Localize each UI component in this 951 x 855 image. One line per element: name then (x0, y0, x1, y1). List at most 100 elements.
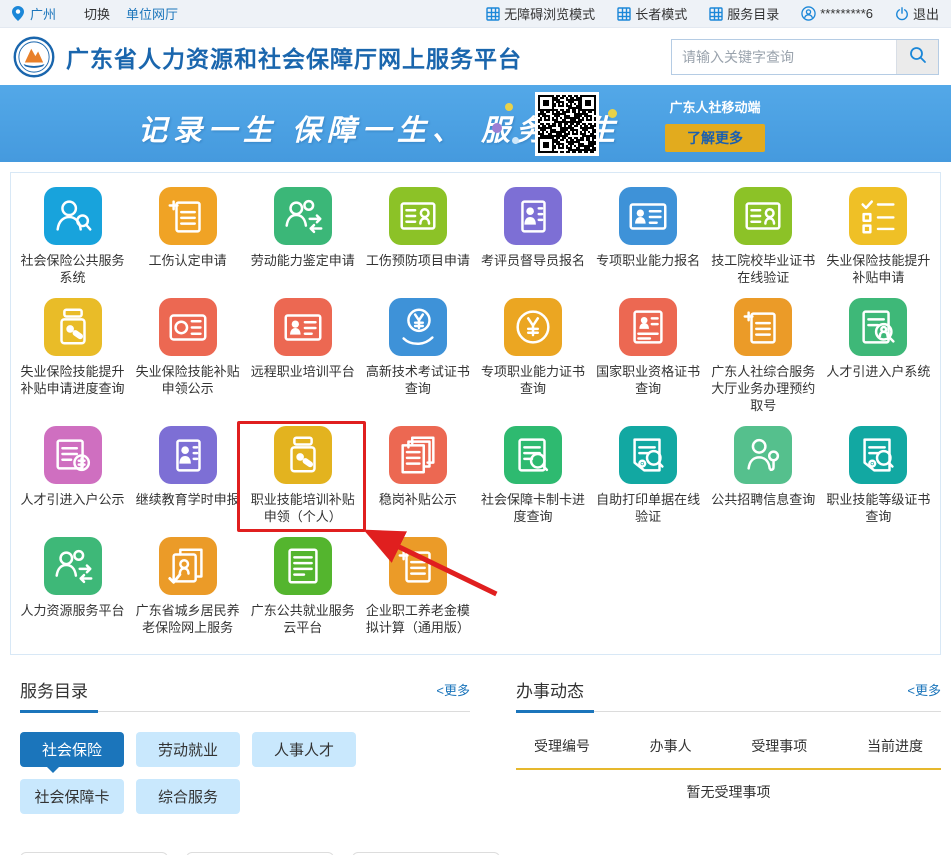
service-tile[interactable]: 人才引进入户公示 (15, 426, 130, 525)
search-icon (909, 46, 927, 67)
switch-city-link[interactable]: 切换 (84, 4, 110, 23)
service-tile[interactable]: 远程职业培训平台 (245, 298, 360, 414)
card-person-icon (619, 187, 677, 245)
page-title: 广东省人力资源和社会保障厅网上服务平台 (66, 40, 522, 74)
service-tile[interactable]: 失业保险技能补贴申领公示 (130, 298, 245, 414)
user-icon (801, 6, 816, 21)
service-label: 远程职业培训平台 (251, 363, 355, 380)
service-label: 专项职业能力证书查询 (476, 363, 591, 397)
service-tile[interactable]: 广东人社综合服务大厅业务办理预约取号 (706, 298, 821, 414)
elder-mode-link[interactable]: 长者模式 (617, 4, 687, 23)
doc-search-icon (504, 426, 562, 484)
doc-person-icon (619, 298, 677, 356)
accessibility-mode-link[interactable]: 无障碍浏览模式 (486, 4, 595, 23)
service-tile[interactable]: 继续教育学时申报 (130, 426, 245, 525)
service-tile[interactable]: 高新技术考试证书查询 (360, 298, 475, 414)
service-tile[interactable]: 企业职工养老金模拟计算（通用版） (360, 537, 475, 636)
user-account[interactable]: *********6 (801, 6, 873, 21)
service-tile[interactable]: 广东公共就业服务云平台 (245, 537, 360, 636)
service-tile[interactable]: 失业保险技能提升补贴申请 (821, 187, 936, 286)
banner-decoration (505, 103, 513, 111)
portal-page: 广州 切换 单位网厅 无障碍浏览模式 长者模式 服务目录 (0, 0, 951, 855)
power-icon (895, 7, 909, 21)
service-tile[interactable]: 专项职业能力证书查询 (476, 298, 591, 414)
bottle-pills-icon (274, 426, 332, 484)
service-tile[interactable]: 公共招聘信息查询 (706, 426, 821, 525)
catalog-more-link[interactable]: <更多 (436, 680, 470, 699)
service-tile[interactable]: 专项职业能力报名 (591, 187, 706, 286)
search-box (671, 39, 939, 75)
catalog-tab[interactable]: 社会保障卡 (20, 779, 124, 814)
catalog-tab[interactable]: 人事人才 (252, 732, 356, 767)
service-label: 考评员督导员报名 (481, 252, 585, 269)
catalog-tab[interactable]: 综合服务 (136, 779, 240, 814)
service-label: 广东公共就业服务云平台 (245, 602, 360, 636)
unit-portal-link[interactable]: 单位网厅 (126, 4, 178, 23)
service-catalog-label: 服务目录 (727, 4, 779, 23)
card-person-icon (274, 298, 332, 356)
service-tile[interactable]: 自助打印单据在线验证 (591, 426, 706, 525)
service-tile[interactable]: 人力资源服务平台 (15, 537, 130, 636)
doc-plus-icon (159, 187, 217, 245)
service-tile[interactable]: 社会保险公共服务系统 (15, 187, 130, 286)
service-label: 失业保险技能提升补贴申请进度查询 (15, 363, 130, 397)
service-label: 专项职业能力报名 (596, 252, 700, 269)
service-tile[interactable]: 稳岗补贴公示 (360, 426, 475, 525)
doc-icon (274, 537, 332, 595)
search-input[interactable] (672, 40, 896, 74)
table-divider (516, 768, 941, 770)
service-tile[interactable]: 社会保障卡制卡进度查询 (476, 426, 591, 525)
learn-more-button[interactable]: 了解更多 (665, 124, 765, 152)
card-si-icon (159, 298, 217, 356)
service-tile[interactable]: 技工院校毕业证书在线验证 (706, 187, 821, 286)
yen-circle-icon (504, 298, 562, 356)
service-tile[interactable]: 职业技能培训补贴申领（个人） (245, 426, 360, 525)
service-tile[interactable]: 劳动能力鉴定申请 (245, 187, 360, 286)
catalog-tab[interactable]: 劳动就业 (136, 732, 240, 767)
service-tile[interactable]: 国家职业资格证书查询 (591, 298, 706, 414)
qr-code (535, 92, 599, 156)
person-doc-icon (504, 187, 562, 245)
service-label: 广东人社综合服务大厅业务办理预约取号 (706, 363, 821, 414)
service-tile[interactable]: 考评员督导员报名 (476, 187, 591, 286)
service-tile[interactable]: 广东省城乡居民养老保险网上服务 (130, 537, 245, 636)
service-label: 职业技能培训补贴申领（个人） (245, 491, 360, 525)
service-label: 广东省城乡居民养老保险网上服务 (130, 602, 245, 636)
title-underline (516, 710, 594, 713)
service-tile[interactable]: 人才引进入户系统 (821, 298, 936, 414)
service-label: 国家职业资格证书查询 (591, 363, 706, 397)
bottom-sections: 服务目录 <更多 社会保险劳动就业人事人才社会保障卡综合服务 公共业务养老保险失… (0, 665, 951, 855)
section-title: 服务目录 (20, 677, 88, 702)
service-tile[interactable]: 职业技能等级证书查询 (821, 426, 936, 525)
banner-decoration (512, 137, 519, 144)
hand-yen-icon (389, 298, 447, 356)
service-tile[interactable]: 工伤预防项目申请 (360, 187, 475, 286)
service-label: 自助打印单据在线验证 (591, 491, 706, 525)
grid-icon (617, 7, 631, 21)
card-badge-icon (389, 187, 447, 245)
service-label: 失业保险技能补贴申领公示 (130, 363, 245, 397)
location-pin-icon (12, 6, 24, 21)
column-header: 办事人 (650, 736, 692, 756)
service-label: 社会保险公共服务系统 (15, 252, 130, 286)
doc-stack-icon (389, 426, 447, 484)
service-label: 职业技能等级证书查询 (821, 491, 936, 525)
catalog-tab[interactable]: 社会保险 (20, 732, 124, 767)
activity-more-link[interactable]: <更多 (907, 680, 941, 699)
accessibility-mode-label: 无障碍浏览模式 (504, 4, 595, 23)
service-label: 人力资源服务平台 (21, 602, 125, 619)
column-header: 受理编号 (534, 736, 590, 756)
logout-button[interactable]: 退出 (895, 4, 939, 23)
service-tile[interactable]: 失业保险技能提升补贴申请进度查询 (15, 298, 130, 414)
column-header: 当前进度 (867, 736, 923, 756)
service-catalog-link[interactable]: 服务目录 (709, 4, 779, 23)
person-magnifier-icon (734, 426, 792, 484)
service-label: 劳动能力鉴定申请 (251, 252, 355, 269)
mobile-app-label: 广东人社移动端 (655, 97, 775, 116)
service-label: 继续教育学时申报 (136, 491, 240, 508)
service-tile[interactable]: 工伤认定申请 (130, 187, 245, 286)
current-city[interactable]: 广州 (30, 4, 56, 23)
activity-table-header: 受理编号 办事人 受理事项 当前进度 (516, 736, 941, 756)
column-header: 受理事项 (751, 736, 807, 756)
search-button[interactable] (896, 40, 938, 74)
